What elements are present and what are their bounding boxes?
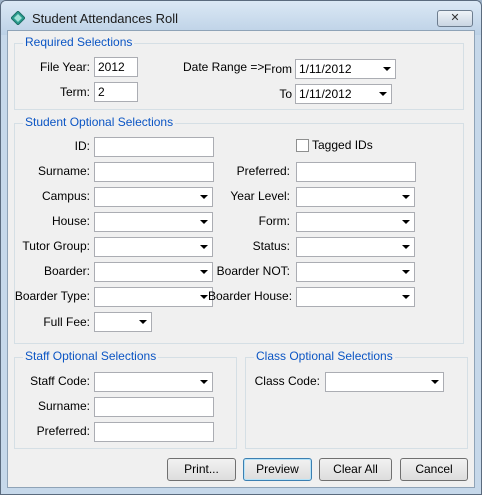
surname-label: Surname: [37, 164, 90, 178]
class-code-label: Class Code: [254, 374, 320, 388]
print-button[interactable]: Print... [167, 458, 236, 481]
boarder-not-dropdown[interactable] [296, 262, 415, 282]
class-selections-group: Class Optional Selections [245, 349, 468, 449]
to-date-picker[interactable]: 1/11/2012 [295, 84, 392, 104]
boarder-house-label: Boarder House: [208, 289, 293, 303]
chevron-down-icon[interactable] [398, 239, 413, 255]
from-label: From [264, 62, 292, 76]
term-label: Term: [60, 85, 90, 99]
staff-selections-legend: Staff Optional Selections [23, 349, 159, 363]
year-level-dropdown[interactable] [296, 187, 415, 207]
chevron-down-icon[interactable] [427, 374, 442, 390]
from-date-value: 1/11/2012 [299, 62, 352, 76]
campus-dropdown[interactable] [94, 187, 213, 207]
boarder-dropdown[interactable] [94, 262, 213, 282]
status-dropdown[interactable] [296, 237, 415, 257]
file-year-label: File Year: [39, 60, 90, 74]
full-fee-label: Full Fee: [43, 315, 90, 329]
staff-surname-label: Surname: [37, 399, 90, 413]
tagged-ids-checkbox[interactable] [296, 139, 309, 152]
staff-preferred-input[interactable] [94, 422, 214, 442]
window-title: Student Attendances Roll [32, 11, 178, 26]
file-year-input[interactable]: 2012 [94, 57, 138, 77]
chevron-down-icon[interactable] [398, 264, 413, 280]
clear-all-button[interactable]: Clear All [319, 458, 392, 481]
class-selections-legend: Class Optional Selections [254, 349, 395, 363]
boarder-type-dropdown[interactable] [94, 287, 213, 307]
required-selections-legend: Required Selections [23, 35, 135, 49]
id-input[interactable] [94, 137, 214, 157]
app-icon [11, 11, 25, 25]
tutor-group-label: Tutor Group: [22, 239, 90, 253]
preview-button[interactable]: Preview [243, 458, 312, 481]
chevron-down-icon[interactable] [135, 314, 150, 330]
boarder-label: Boarder: [43, 264, 90, 278]
chevron-down-icon[interactable] [379, 61, 394, 77]
boarder-house-dropdown[interactable] [296, 287, 415, 307]
year-level-label: Year Level: [230, 189, 290, 203]
boarder-type-label: Boarder Type: [14, 289, 90, 303]
chevron-down-icon[interactable] [196, 374, 211, 390]
to-label: To [279, 87, 292, 101]
surname-input[interactable] [94, 162, 214, 182]
id-label: ID: [74, 139, 90, 153]
preferred-label: Preferred: [236, 164, 290, 178]
house-label: House: [51, 214, 90, 228]
dialog-body: Required Selections File Year: 2012 Term… [7, 30, 475, 488]
cancel-button[interactable]: Cancel [400, 458, 468, 481]
close-icon: ✕ [450, 12, 460, 24]
boarder-not-label: Boarder NOT: [216, 264, 290, 278]
chevron-down-icon[interactable] [398, 214, 413, 230]
class-code-dropdown[interactable] [325, 372, 444, 392]
staff-surname-input[interactable] [94, 397, 214, 417]
full-fee-dropdown[interactable] [94, 312, 152, 332]
campus-label: Campus: [41, 189, 90, 203]
close-button[interactable]: ✕ [437, 10, 473, 27]
chevron-down-icon[interactable] [375, 86, 390, 102]
status-label: Status: [252, 239, 290, 253]
student-selections-legend: Student Optional Selections [23, 115, 176, 129]
chevron-down-icon[interactable] [398, 289, 413, 305]
preferred-input[interactable] [296, 162, 416, 182]
form-label: Form: [258, 214, 290, 228]
staff-preferred-label: Preferred: [36, 424, 90, 438]
tutor-group-dropdown[interactable] [94, 237, 213, 257]
chevron-down-icon[interactable] [398, 189, 413, 205]
tagged-ids-label: Tagged IDs [312, 138, 373, 152]
house-dropdown[interactable] [94, 212, 213, 232]
staff-code-dropdown[interactable] [94, 372, 213, 392]
form-dropdown[interactable] [296, 212, 415, 232]
staff-code-label: Staff Code: [30, 374, 90, 388]
date-range-label: Date Range => [183, 60, 265, 74]
app-window: Student Attendances Roll ✕ Required Sele… [0, 0, 482, 495]
to-date-value: 1/11/2012 [299, 87, 352, 101]
from-date-picker[interactable]: 1/11/2012 [295, 59, 396, 79]
student-selections-group: Student Optional Selections [14, 115, 464, 344]
term-input[interactable]: 2 [94, 82, 138, 102]
